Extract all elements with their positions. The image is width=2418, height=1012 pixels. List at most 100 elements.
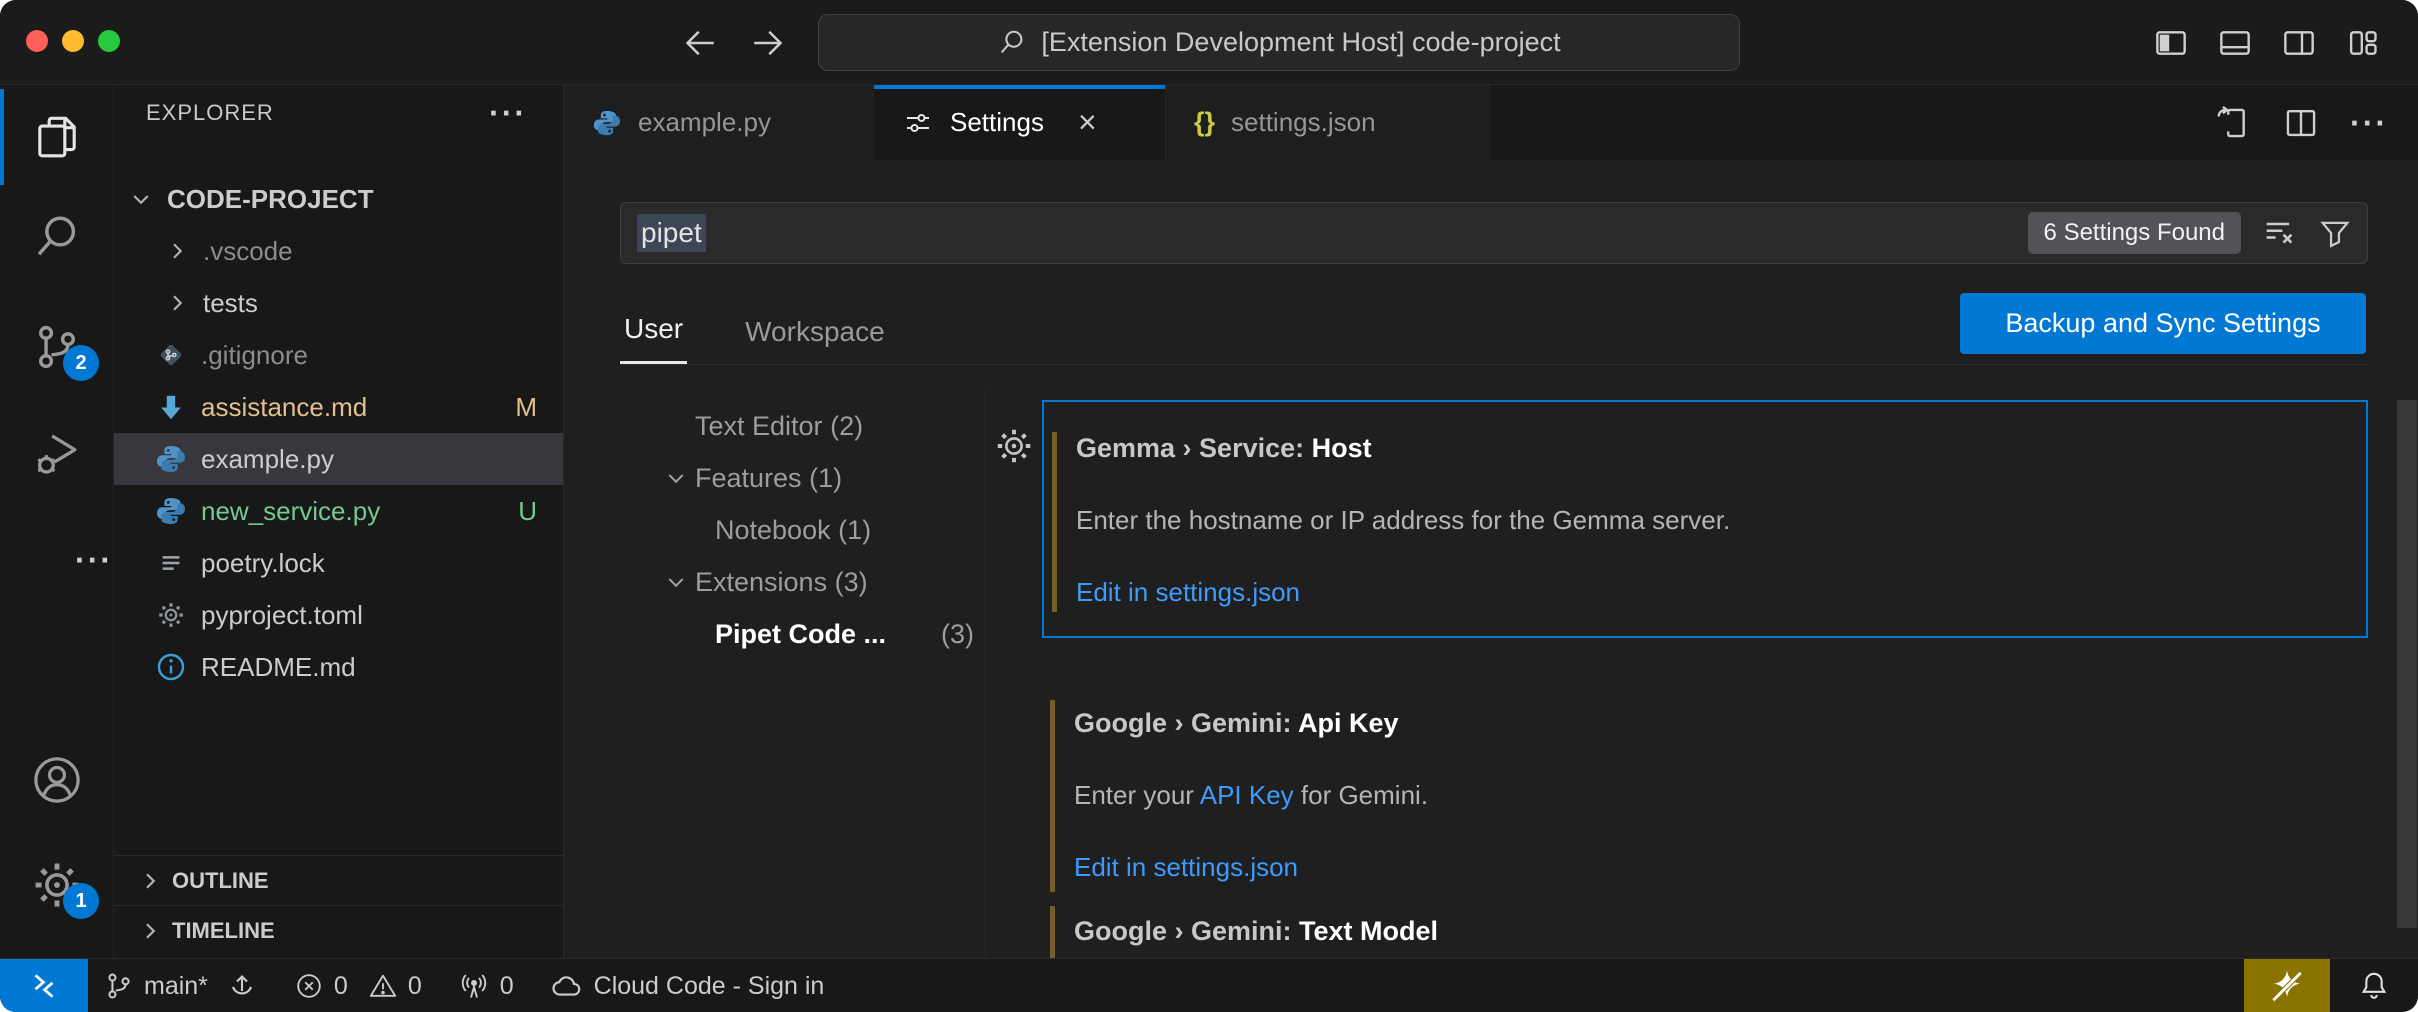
git-branch-status[interactable]: main* [104,970,258,1002]
setting-category: Google › Gemini: [1074,916,1299,946]
scope-divider [620,364,2366,365]
status-bar: main* 0 0 0 [0,958,2418,1012]
scope-tab-user[interactable]: User [620,313,687,364]
tree-item-example-py[interactable]: example.py [114,433,563,485]
back-arrow-icon[interactable] [680,23,720,63]
tab-example-py[interactable]: example.py [564,85,874,160]
ports-status[interactable]: 0 [458,970,514,1002]
toc-divider [985,390,986,958]
account-icon [30,753,84,807]
chevron-right-icon [164,239,190,263]
open-settings-json-icon[interactable] [2214,104,2252,142]
markdown-file-icon [154,392,188,422]
tab-bar: example.py Settings × {} settings.json [564,85,2418,160]
cloud-code-signin[interactable]: Cloud Code - Sign in [550,969,825,1003]
error-count: 0 [334,972,348,1001]
sidebar-item-more-views[interactable]: ··· [0,510,113,610]
root-folder-label: CODE-PROJECT [167,184,374,215]
chevron-right-icon [138,919,162,943]
editor-more-actions-icon[interactable]: ··· [2350,113,2388,133]
setting-entry-gemma-service-host[interactable]: Gemma › Service: Host Enter the hostname… [1042,400,2368,638]
api-key-link[interactable]: API Key [1200,780,1294,810]
settings-search-input[interactable]: pipet 6 Settings Found [620,202,2368,264]
remote-indicator[interactable] [0,959,88,1012]
chevron-right-icon [164,291,190,315]
toggle-panel-icon[interactable] [2216,24,2254,62]
ports-count: 0 [500,972,514,1001]
toggle-secondary-sidebar-icon[interactable] [2280,24,2318,62]
split-editor-icon[interactable] [2282,104,2320,142]
tree-item-pyproject-toml[interactable]: pyproject.toml [114,589,563,641]
tree-item-gitignore[interactable]: .gitignore [114,329,563,381]
filter-icon[interactable] [2317,215,2353,251]
tree-item-poetry-lock[interactable]: poetry.lock [114,537,563,589]
editor-area: example.py Settings × {} settings.json [564,85,2418,958]
sidebar-item-explorer[interactable] [0,87,113,187]
info-file-icon [154,651,188,683]
bell-icon [2357,969,2391,1003]
setting-entry-google-gemini-text-model[interactable]: Google › Gemini: Text Model [1042,902,2368,958]
sidebar-item-source-control[interactable]: 2 [0,297,113,397]
ai-status-warning[interactable] [2244,959,2330,1012]
edit-in-settings-json-link[interactable]: Edit in settings.json [1076,577,2346,608]
explorer-files-icon [32,112,82,162]
sidebar-item-run-debug[interactable] [0,403,113,503]
lock-list-file-icon [154,548,188,578]
source-control-badge: 2 [63,345,99,381]
setting-description: Enter the hostname or IP address for the… [1076,505,2346,536]
maximize-window-button[interactable] [98,30,120,52]
clear-search-filters-icon[interactable] [2261,215,2297,251]
tree-item-assistance-md[interactable]: assistance.md M [114,381,563,433]
tab-settings[interactable]: Settings × [874,85,1166,160]
tree-item-tests[interactable]: tests [114,277,563,329]
toc-item-text-editor[interactable]: Text Editor (2) [620,400,984,452]
setting-name: Api Key [1298,708,1399,738]
accounts-button[interactable] [0,730,113,830]
toc-item-extensions[interactable]: Extensions (3) [620,556,984,608]
notifications-bell[interactable] [2330,959,2418,1012]
more-views-icon: ··· [75,550,113,570]
tree-item-vscode[interactable]: .vscode [114,225,563,277]
customize-layout-icon[interactable] [2344,24,2382,62]
timeline-section-header[interactable]: TIMELINE [114,905,563,955]
outline-section-header[interactable]: OUTLINE [114,855,563,905]
explorer-sidebar: EXPLORER ··· CODE-PROJECT .vscode test [114,85,564,958]
manage-settings-button[interactable]: 1 [0,835,113,935]
tree-root-code-project[interactable]: CODE-PROJECT [114,173,563,225]
close-window-button[interactable] [26,30,48,52]
settings-scrollbar[interactable] [2397,400,2417,928]
setting-gear-icon[interactable] [993,425,1035,467]
settings-search-value: pipet [637,214,706,252]
sidebar-item-search[interactable] [0,187,113,287]
toc-item-features[interactable]: Features (1) [620,452,984,504]
minimize-window-button[interactable] [62,30,84,52]
toc-item-pipet-code[interactable]: Pipet Code ... (3) [620,608,984,660]
forward-arrow-icon[interactable] [748,23,788,63]
branch-name: main* [144,972,208,1001]
search-icon [32,212,82,262]
settings-badge: 1 [63,883,99,919]
scope-tab-workspace[interactable]: Workspace [741,316,889,364]
modified-indicator [1050,906,1055,958]
window-title: [Extension Development Host] code-projec… [1041,27,1560,58]
tab-settings-json[interactable]: {} settings.json [1166,85,1490,160]
toggle-primary-sidebar-icon[interactable] [2152,24,2190,62]
tab-label: example.py [638,107,771,138]
backup-sync-settings-button[interactable]: Backup and Sync Settings [1960,293,2366,354]
edit-in-settings-json-link[interactable]: Edit in settings.json [1074,852,2348,883]
tree-item-readme-md[interactable]: README.md [114,641,563,693]
error-icon [294,971,324,1001]
setting-category: Gemma › Service: [1076,433,1312,463]
setting-entry-google-gemini-api-key[interactable]: Google › Gemini: Api Key Enter your API … [1042,690,2368,904]
problems-status[interactable]: 0 0 [294,971,422,1001]
tree-item-new-service-py[interactable]: new_service.py U [114,485,563,537]
explorer-more-actions-icon[interactable]: ··· [489,103,527,123]
config-gear-file-icon [154,600,188,630]
command-center-search[interactable]: [Extension Development Host] code-projec… [818,14,1740,71]
close-tab-icon[interactable]: × [1078,104,1097,141]
chevron-right-icon [138,869,162,893]
setting-name: Host [1312,433,1372,463]
toc-item-notebook[interactable]: Notebook (1) [620,504,984,556]
title-bar: [Extension Development Host] code-projec… [0,0,2418,85]
warning-count: 0 [408,972,422,1001]
